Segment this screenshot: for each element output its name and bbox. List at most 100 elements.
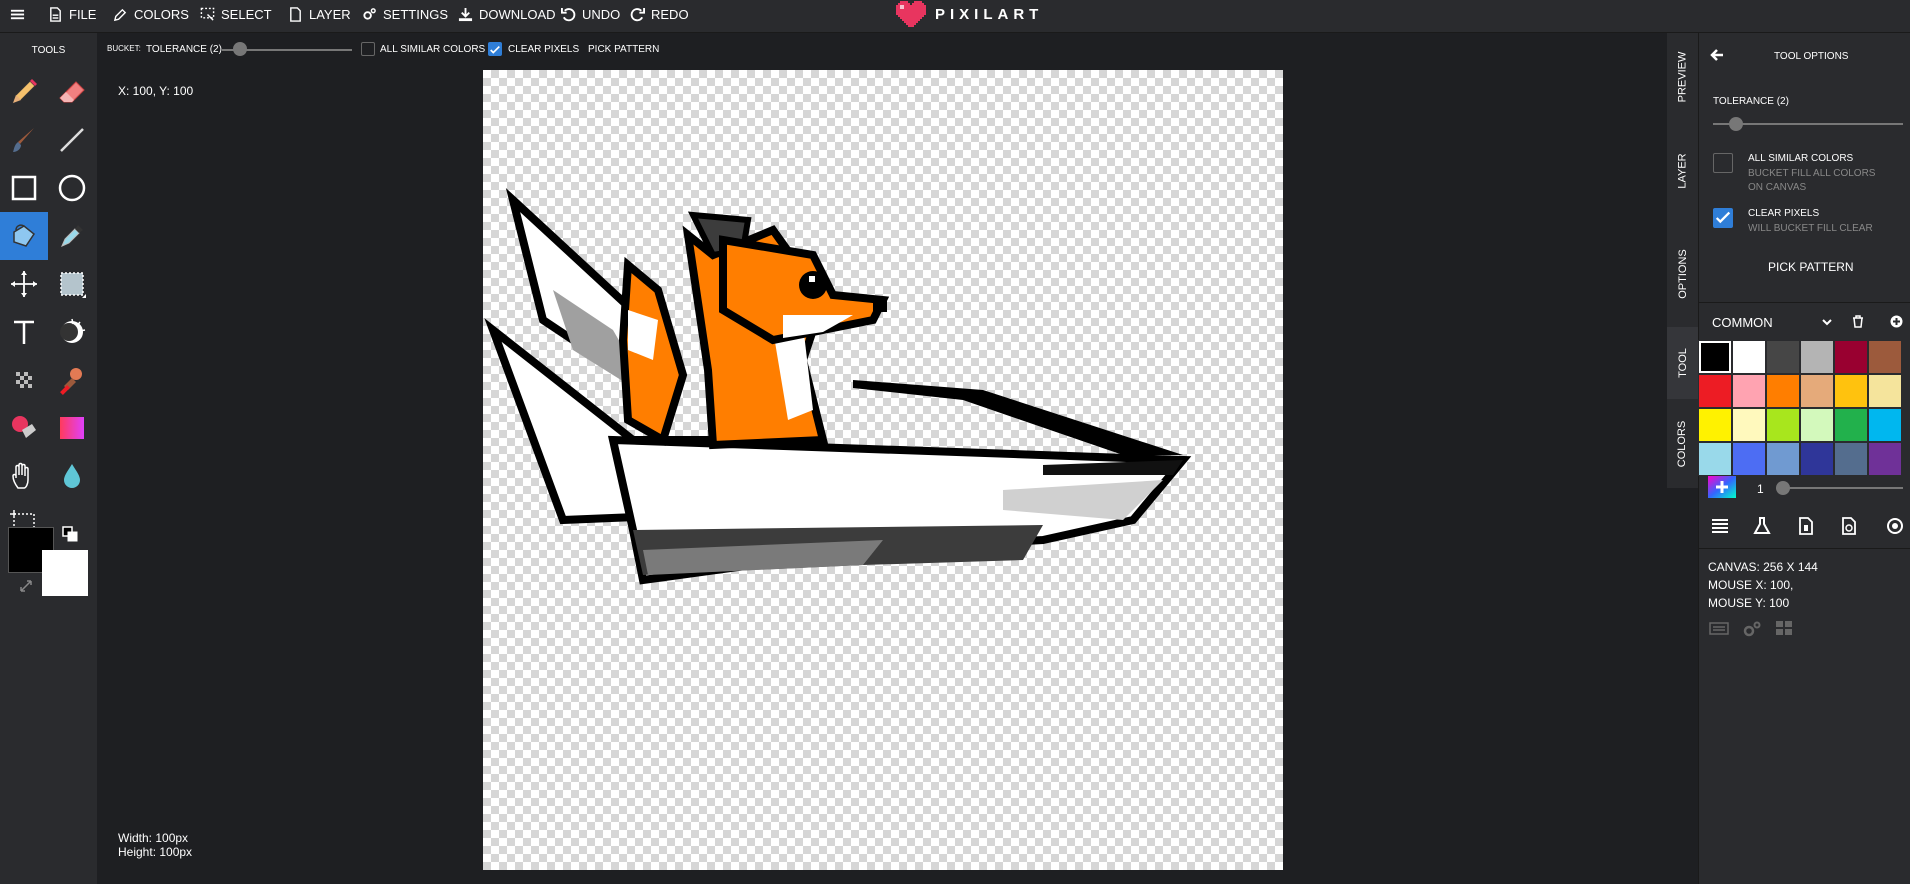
color-swatch[interactable] [1732,408,1766,442]
color-swatch[interactable] [1698,442,1732,476]
add-color-icon[interactable] [1708,476,1736,498]
target-icon[interactable] [1886,517,1904,535]
export-file-icon[interactable] [1840,517,1858,535]
drawing-canvas[interactable] [483,70,1283,870]
color-swatch[interactable] [1698,374,1732,408]
color-swatch[interactable] [1732,374,1766,408]
selection-height: Height: 100px [118,845,193,859]
tab-options[interactable]: OPTIONS [1667,221,1698,327]
download-menu-button[interactable]: DOWNLOAD [458,0,556,28]
file-menu-button[interactable]: FILE [48,0,96,28]
color-swatch[interactable] [1766,442,1800,476]
eyedropper-tool-icon [61,225,83,247]
hamburger-menu-button[interactable] [10,0,25,28]
color-swatch[interactable] [1834,340,1868,374]
eyedropper-icon [113,8,127,21]
add-circle-icon[interactable] [1890,315,1903,328]
select-menu-label: SELECT [221,6,272,22]
panel-pick-pattern-button[interactable]: PICK PATTERN [1768,260,1854,274]
flask-icon[interactable] [1753,517,1771,535]
panel-clear-pixels-checkbox[interactable] [1713,208,1733,228]
logo-text: PIXILART [935,5,1044,23]
pixel-heart-icon [896,1,926,27]
color-swatch[interactable] [1868,408,1902,442]
chevron-down-icon[interactable] [1821,316,1833,328]
ellipse-tool[interactable] [48,164,96,212]
line-icon [60,128,84,152]
back-arrow-icon[interactable] [1709,47,1725,63]
brush-size-slider-thumb[interactable] [1776,481,1790,495]
import-file-icon[interactable] [1797,517,1815,535]
hand-tool[interactable] [0,452,48,500]
color-swatch[interactable] [1766,340,1800,374]
tab-preview[interactable]: PREVIEW [1667,33,1698,121]
color-swatch[interactable] [1834,408,1868,442]
tab-layer[interactable]: LAYER [1667,121,1698,221]
eraser-tool[interactable] [48,68,96,116]
checkmark-icon [1715,211,1731,224]
panel-all-similar-checkbox[interactable] [1713,153,1733,173]
lighten-tool[interactable] [48,308,96,356]
color-swatch[interactable] [1766,408,1800,442]
keyboard-icon[interactable] [1709,620,1729,636]
tools-title: TOOLS [31,45,66,56]
color-swatch[interactable] [1868,340,1902,374]
color-swatch[interactable] [1868,374,1902,408]
pixilart-logo[interactable]: PIXILART [896,1,1044,27]
layout-grid-icon[interactable] [1775,620,1793,636]
panel-clear-pixels-title: CLEAR PIXELS [1748,208,1820,219]
line-tool[interactable] [48,116,96,164]
layer-menu-button[interactable]: LAYER [288,0,351,28]
color-swatch[interactable] [1800,442,1834,476]
color-swatch[interactable] [1732,442,1766,476]
color-swatch[interactable] [1868,442,1902,476]
dither-tool[interactable] [0,356,48,404]
color-picker-tool[interactable] [48,212,96,260]
color-swatch[interactable] [1698,408,1732,442]
redo-button[interactable]: REDO [630,0,689,28]
color-swatch[interactable] [1698,340,1732,374]
bucket-label: BUCKET: [107,44,141,53]
panel-tolerance-label: TOLERANCE (2) [1713,96,1789,107]
download-icon [458,7,473,21]
color-swatch[interactable] [1834,442,1868,476]
tab-colors[interactable]: COLORS [1667,399,1698,488]
gradient-tool[interactable] [48,404,96,452]
blur-tool[interactable] [48,452,96,500]
color-swatch[interactable] [1800,374,1834,408]
text-tool[interactable] [0,308,48,356]
brush-tool[interactable] [0,116,48,164]
color-swatch[interactable] [1800,340,1834,374]
all-similar-colors-checkbox[interactable] [361,42,375,56]
pencil-tool[interactable] [0,68,48,116]
tab-tool[interactable]: TOOL [1667,327,1698,399]
select-menu-button[interactable]: SELECT [200,0,272,28]
undo-button[interactable]: UNDO [561,0,620,28]
remover-tool[interactable] [0,404,48,452]
secondary-color-swatch[interactable] [42,550,88,596]
pick-pattern-button[interactable]: PICK PATTERN [588,44,659,55]
rectangle-tool[interactable] [0,164,48,212]
clear-pixels-checkbox[interactable] [488,42,502,56]
swap-colors-icon[interactable] [62,526,78,542]
color-swatch[interactable] [1766,374,1800,408]
brush-size-slider-track[interactable] [1776,487,1903,489]
settings-menu-button[interactable]: SETTINGS [362,0,448,28]
panel-tolerance-slider-thumb[interactable] [1729,117,1743,131]
palette-name[interactable]: COMMON [1712,315,1773,330]
color-swatch[interactable] [1800,408,1834,442]
bucket-tool[interactable] [0,212,48,260]
colors-menu-button[interactable]: COLORS [113,0,189,28]
panel-clear-pixels-desc: WILL BUCKET FILL CLEAR [1748,223,1873,234]
list-icon[interactable] [1711,517,1729,535]
trash-icon[interactable] [1852,315,1864,328]
tolerance-slider-thumb[interactable] [233,42,247,56]
settings-gears-icon[interactable] [1742,620,1762,638]
color-swatch[interactable] [1834,374,1868,408]
selection-tool[interactable] [48,260,96,308]
move-tool[interactable] [0,260,48,308]
color-swatch[interactable] [1732,340,1766,374]
stamp-tool[interactable] [48,356,96,404]
reset-colors-icon[interactable] [18,578,34,594]
mouse-y-stat: MOUSE Y: 100 [1708,596,1790,610]
